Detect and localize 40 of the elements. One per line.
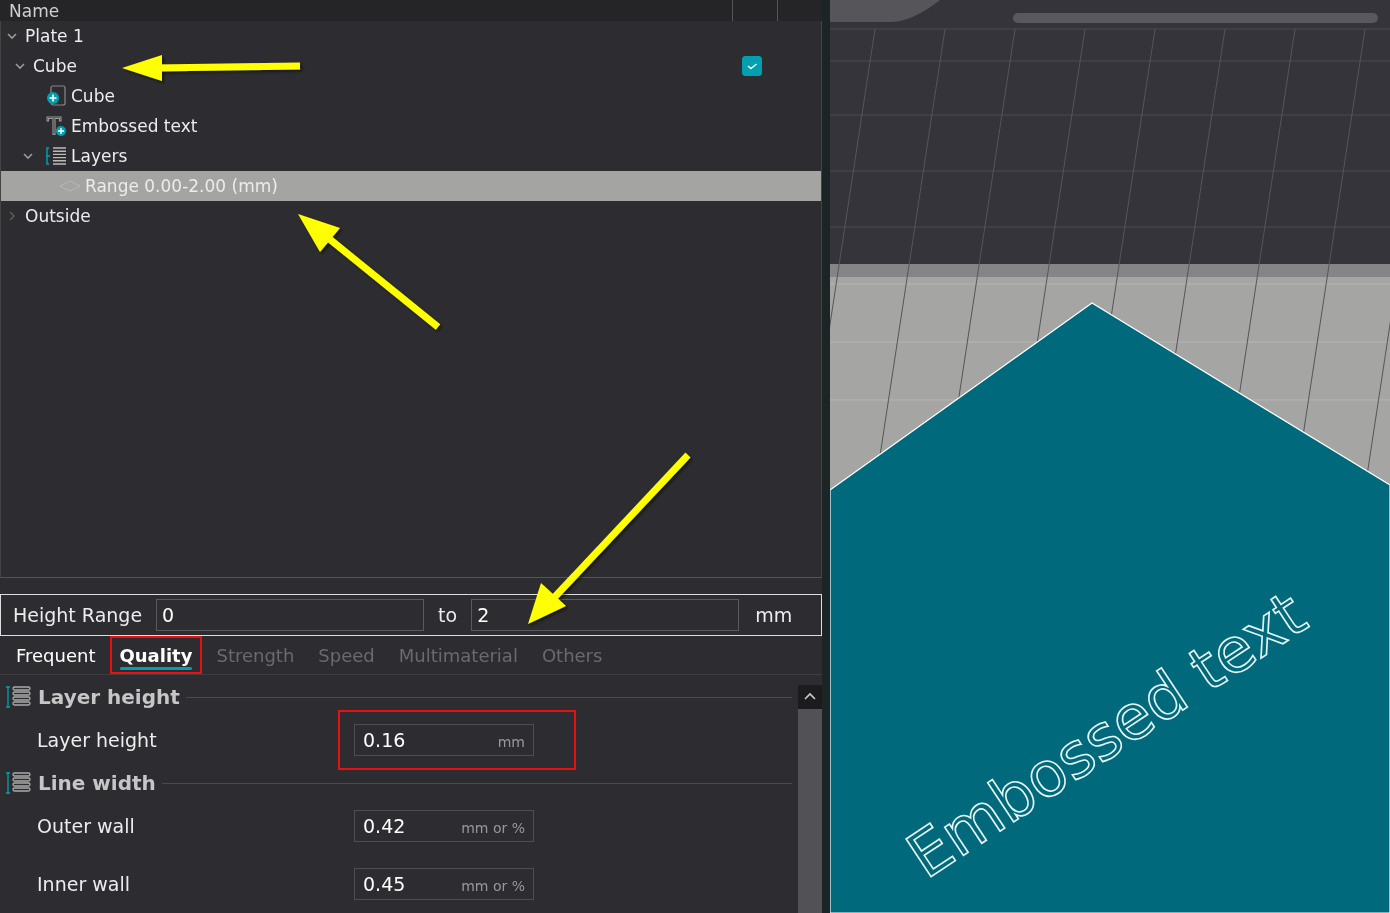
- layers-icon: [6, 685, 32, 709]
- tree-item[interactable]: Cube: [1, 81, 821, 111]
- settings-tab[interactable]: Frequent: [6, 636, 106, 674]
- group-title: Line width: [38, 771, 156, 795]
- tree-item-label: Embossed text: [71, 116, 198, 136]
- tree-item-label: Outside: [25, 206, 91, 226]
- tree-item-label: Cube: [71, 86, 115, 106]
- tree-item-label: Cube: [33, 56, 77, 76]
- chevron-icon[interactable]: [23, 151, 33, 161]
- unit-label: mm: [755, 604, 793, 626]
- tree-item-label: Layers: [71, 146, 128, 166]
- scroll-up-icon[interactable]: [798, 685, 822, 709]
- text-part-icon: [45, 115, 67, 137]
- tree-item[interactable]: Layers: [1, 141, 821, 171]
- scrollbar[interactable]: [798, 685, 822, 913]
- part-icon: [45, 85, 67, 107]
- range-to-label: to: [438, 604, 458, 626]
- column-header[interactable]: Name: [0, 2, 732, 21]
- group-title: Layer height: [38, 685, 180, 709]
- checkbox[interactable]: [742, 56, 762, 76]
- layers-icon: [6, 771, 32, 795]
- tree-item-label: Range 0.00-2.00 (mm): [85, 176, 278, 196]
- tree-item[interactable]: Embossed text: [1, 111, 821, 141]
- value-field[interactable]: 0.42 mm or %: [354, 810, 534, 842]
- tree-item[interactable]: Plate 1: [1, 21, 821, 51]
- chevron-icon[interactable]: [15, 61, 25, 71]
- option-label: Inner wall: [36, 873, 131, 895]
- option-label: Outer wall: [36, 815, 136, 837]
- layers-icon: [45, 145, 67, 167]
- range-to-field[interactable]: 2: [471, 599, 740, 631]
- option-label: Layer height: [36, 729, 158, 751]
- tree-item[interactable]: Cube: [1, 51, 821, 81]
- chevron-icon[interactable]: [7, 31, 17, 41]
- tree-item[interactable]: Outside: [1, 201, 821, 231]
- value-field[interactable]: 0.45 mm or %: [354, 868, 534, 900]
- settings-tab[interactable]: Quality: [109, 636, 203, 674]
- value-field[interactable]: 0.16 mm: [354, 724, 534, 756]
- range-from-field[interactable]: 0: [156, 599, 425, 631]
- height-range-label: Height Range: [13, 604, 143, 626]
- tree-item-label: Plate 1: [25, 26, 84, 46]
